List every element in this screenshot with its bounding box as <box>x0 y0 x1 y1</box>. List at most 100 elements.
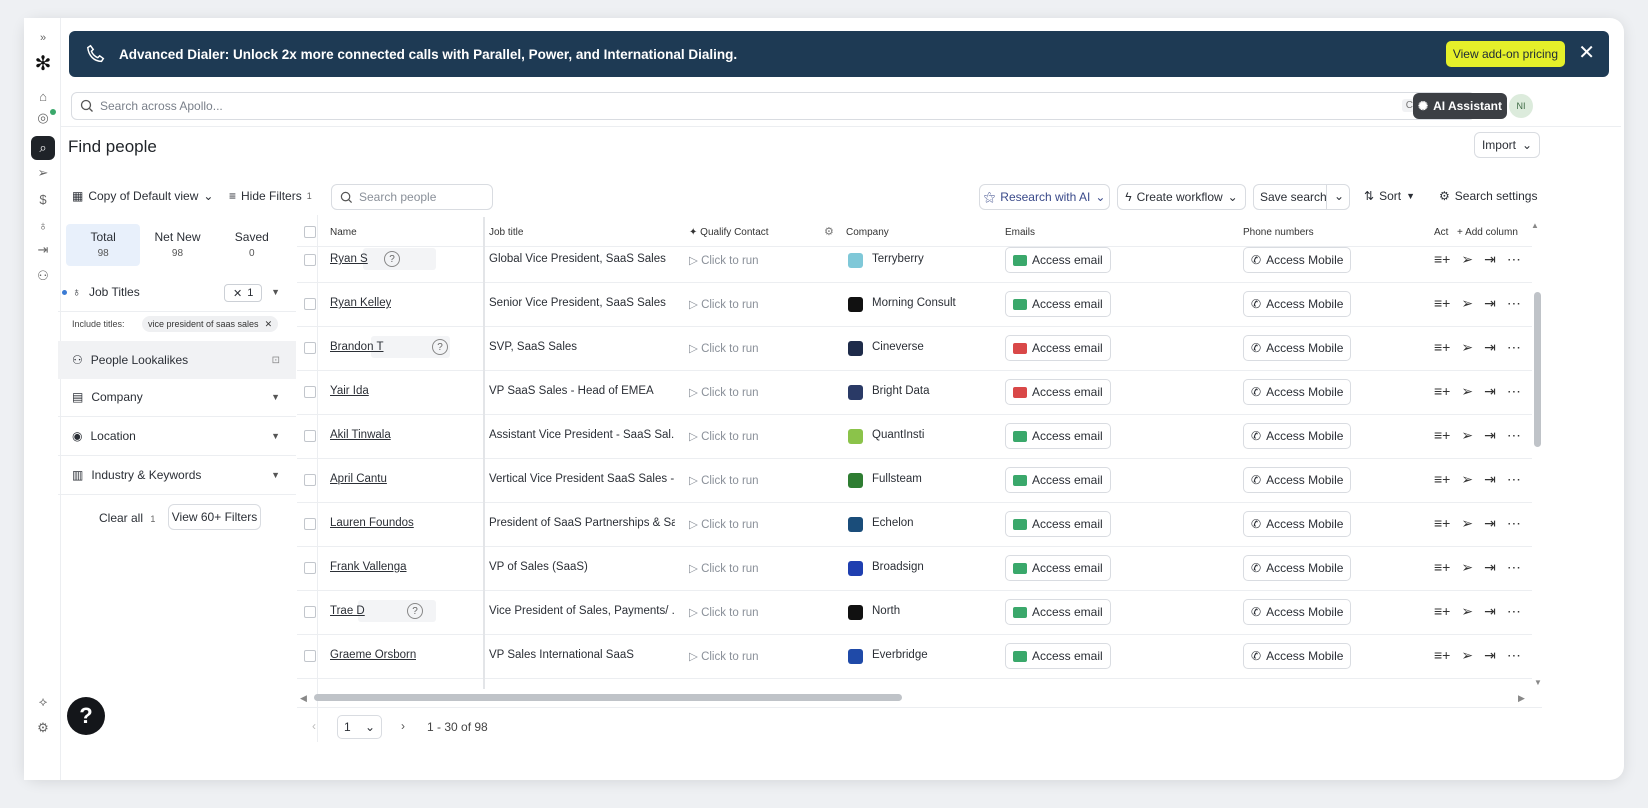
filter-people-lookalikes[interactable]: ⚇ People Lookalikes ⊡ <box>58 341 296 379</box>
person-name-link[interactable]: Yair Ida <box>330 385 369 397</box>
next-page-icon[interactable]: › <box>401 719 405 733</box>
access-email-button[interactable]: Access email <box>1005 379 1111 405</box>
send-icon[interactable]: ➢ <box>1461 295 1473 312</box>
inbox-icon[interactable]: ⇥ <box>31 238 55 262</box>
prev-page-icon[interactable]: ‹ <box>312 719 316 733</box>
more-icon[interactable]: ⋯ <box>1507 603 1521 620</box>
tab-net-new[interactable]: Net New 98 <box>140 224 214 266</box>
send-icon[interactable]: ➢ <box>1461 427 1473 444</box>
more-icon[interactable]: ⋯ <box>1507 251 1521 268</box>
help-circle-icon[interactable]: ? <box>407 603 423 619</box>
save-search-button[interactable]: Save search ⌄ <box>1253 184 1350 210</box>
send-icon[interactable]: ➢ <box>1461 339 1473 356</box>
row-checkbox[interactable] <box>304 254 316 266</box>
gear-icon[interactable]: ⚙ <box>824 225 834 238</box>
access-mobile-button[interactable]: ✆ Access Mobile <box>1243 599 1352 625</box>
qualify-run-button[interactable]: ▷ Click to run <box>689 649 759 663</box>
access-mobile-button[interactable]: ✆ Access Mobile <box>1243 247 1352 273</box>
scroll-right-icon[interactable]: ▶ <box>1518 693 1525 704</box>
more-icon[interactable]: ⋯ <box>1507 471 1521 488</box>
send-icon[interactable]: ➢ <box>31 161 55 185</box>
row-checkbox[interactable] <box>304 474 316 486</box>
export-icon[interactable]: ⇥ <box>1484 295 1496 312</box>
person-name-link[interactable]: Ryan S <box>330 253 368 265</box>
filter-industry[interactable]: ▥ Industry & Keywords ▼ <box>58 456 296 495</box>
send-icon[interactable]: ➢ <box>1461 515 1473 532</box>
access-email-button[interactable]: Access email <box>1005 335 1111 361</box>
access-mobile-button[interactable]: ✆ Access Mobile <box>1243 643 1352 669</box>
person-name-link[interactable]: Ryan Kelley <box>330 297 391 309</box>
col-emails[interactable]: Emails <box>1005 227 1035 238</box>
access-email-button[interactable]: Access email <box>1005 423 1111 449</box>
page-select[interactable]: 1 ⌄ <box>337 715 382 739</box>
tab-total[interactable]: Total 98 <box>66 224 141 266</box>
company-name[interactable]: Broadsign <box>872 561 924 573</box>
person-name-link[interactable]: Frank Vallenga <box>330 561 407 573</box>
more-icon[interactable]: ⋯ <box>1507 647 1521 664</box>
company-name[interactable]: Terryberry <box>872 253 924 265</box>
person-name-link[interactable]: Akil Tinwala <box>330 429 391 441</box>
avatar[interactable]: NI <box>1509 94 1533 118</box>
search-nav-icon[interactable]: ⌕ <box>31 136 55 160</box>
access-email-button[interactable]: Access email <box>1005 467 1111 493</box>
apollo-logo-icon[interactable]: ✻ <box>31 51 55 75</box>
access-email-button[interactable]: Access email <box>1005 511 1111 537</box>
qualify-run-button[interactable]: ▷ Click to run <box>689 473 759 487</box>
access-mobile-button[interactable]: ✆ Access Mobile <box>1243 291 1352 317</box>
help-circle-icon[interactable]: ? <box>384 251 400 267</box>
filter-location[interactable]: ◉ Location ▼ <box>58 417 296 456</box>
access-mobile-button[interactable]: ✆ Access Mobile <box>1243 379 1352 405</box>
search-people-input[interactable]: Search people <box>331 184 493 210</box>
access-mobile-button[interactable]: ✆ Access Mobile <box>1243 335 1352 361</box>
company-name[interactable]: Morning Consult <box>872 297 956 309</box>
create-workflow-button[interactable]: ϟ Create workflow ⌄ <box>1117 184 1246 210</box>
help-button[interactable]: ? <box>67 697 105 735</box>
access-email-button[interactable]: Access email <box>1005 643 1111 669</box>
expand-icon[interactable]: » <box>31 26 55 50</box>
person-name-link[interactable]: Lauren Foundos <box>330 517 414 529</box>
access-mobile-button[interactable]: ✆ Access Mobile <box>1243 467 1352 493</box>
more-icon[interactable]: ⋯ <box>1507 515 1521 532</box>
col-company[interactable]: Company <box>846 227 889 238</box>
add-to-list-icon[interactable]: ≡+ <box>1434 383 1450 400</box>
company-name[interactable]: Bright Data <box>872 385 930 397</box>
access-email-button[interactable]: Access email <box>1005 291 1111 317</box>
close-icon[interactable]: ✕ <box>265 319 273 330</box>
row-checkbox[interactable] <box>304 562 316 574</box>
ai-assistant-button[interactable]: ✺ AI Assistant <box>1413 93 1507 119</box>
person-name-link[interactable]: Brandon T <box>330 341 384 353</box>
home-icon[interactable]: ⌂ <box>31 84 55 108</box>
settings-icon[interactable]: ⚙ <box>31 716 55 740</box>
add-to-list-icon[interactable]: ≡+ <box>1434 647 1450 664</box>
add-to-list-icon[interactable]: ≡+ <box>1434 251 1450 268</box>
export-icon[interactable]: ⇥ <box>1484 383 1496 400</box>
add-to-list-icon[interactable]: ≡+ <box>1434 559 1450 576</box>
qualify-run-button[interactable]: ▷ Click to run <box>689 341 759 355</box>
qualify-run-button[interactable]: ▷ Click to run <box>689 253 759 267</box>
job-titles-count-chip[interactable]: ✕ 1 <box>224 284 263 302</box>
qualify-run-button[interactable]: ▷ Click to run <box>689 297 759 311</box>
send-icon[interactable]: ➢ <box>1461 251 1473 268</box>
clear-all-button[interactable]: Clear all 1 <box>99 511 155 525</box>
send-icon[interactable]: ➢ <box>1461 559 1473 576</box>
person-name-link[interactable]: Graeme Orsborn <box>330 649 416 661</box>
help-circle-icon[interactable]: ? <box>432 339 448 355</box>
export-icon[interactable]: ⇥ <box>1484 515 1496 532</box>
export-icon[interactable]: ⇥ <box>1484 427 1496 444</box>
row-checkbox[interactable] <box>304 650 316 662</box>
more-icon[interactable]: ⋯ <box>1507 339 1521 356</box>
research-ai-button[interactable]: ⚝ Research with AI ⌄ <box>979 184 1110 210</box>
lightbulb-icon[interactable]: ♁ <box>31 213 55 237</box>
export-icon[interactable]: ⇥ <box>1484 251 1496 268</box>
export-icon[interactable]: ⇥ <box>1484 339 1496 356</box>
qualify-run-button[interactable]: ▷ Click to run <box>689 385 759 399</box>
sort-button[interactable]: ⇅ Sort ▼ <box>1364 183 1415 209</box>
send-icon[interactable]: ➢ <box>1461 471 1473 488</box>
col-name[interactable]: Name <box>330 227 357 238</box>
import-button[interactable]: Import ⌄ <box>1474 132 1540 158</box>
company-name[interactable]: Echelon <box>872 517 914 529</box>
view-selector[interactable]: ▦ Copy of Default view ⌄ <box>72 183 213 209</box>
vertical-scrollbar[interactable] <box>1534 292 1541 447</box>
search-settings-button[interactable]: ⚙ Search settings <box>1439 183 1537 209</box>
send-icon[interactable]: ➢ <box>1461 603 1473 620</box>
